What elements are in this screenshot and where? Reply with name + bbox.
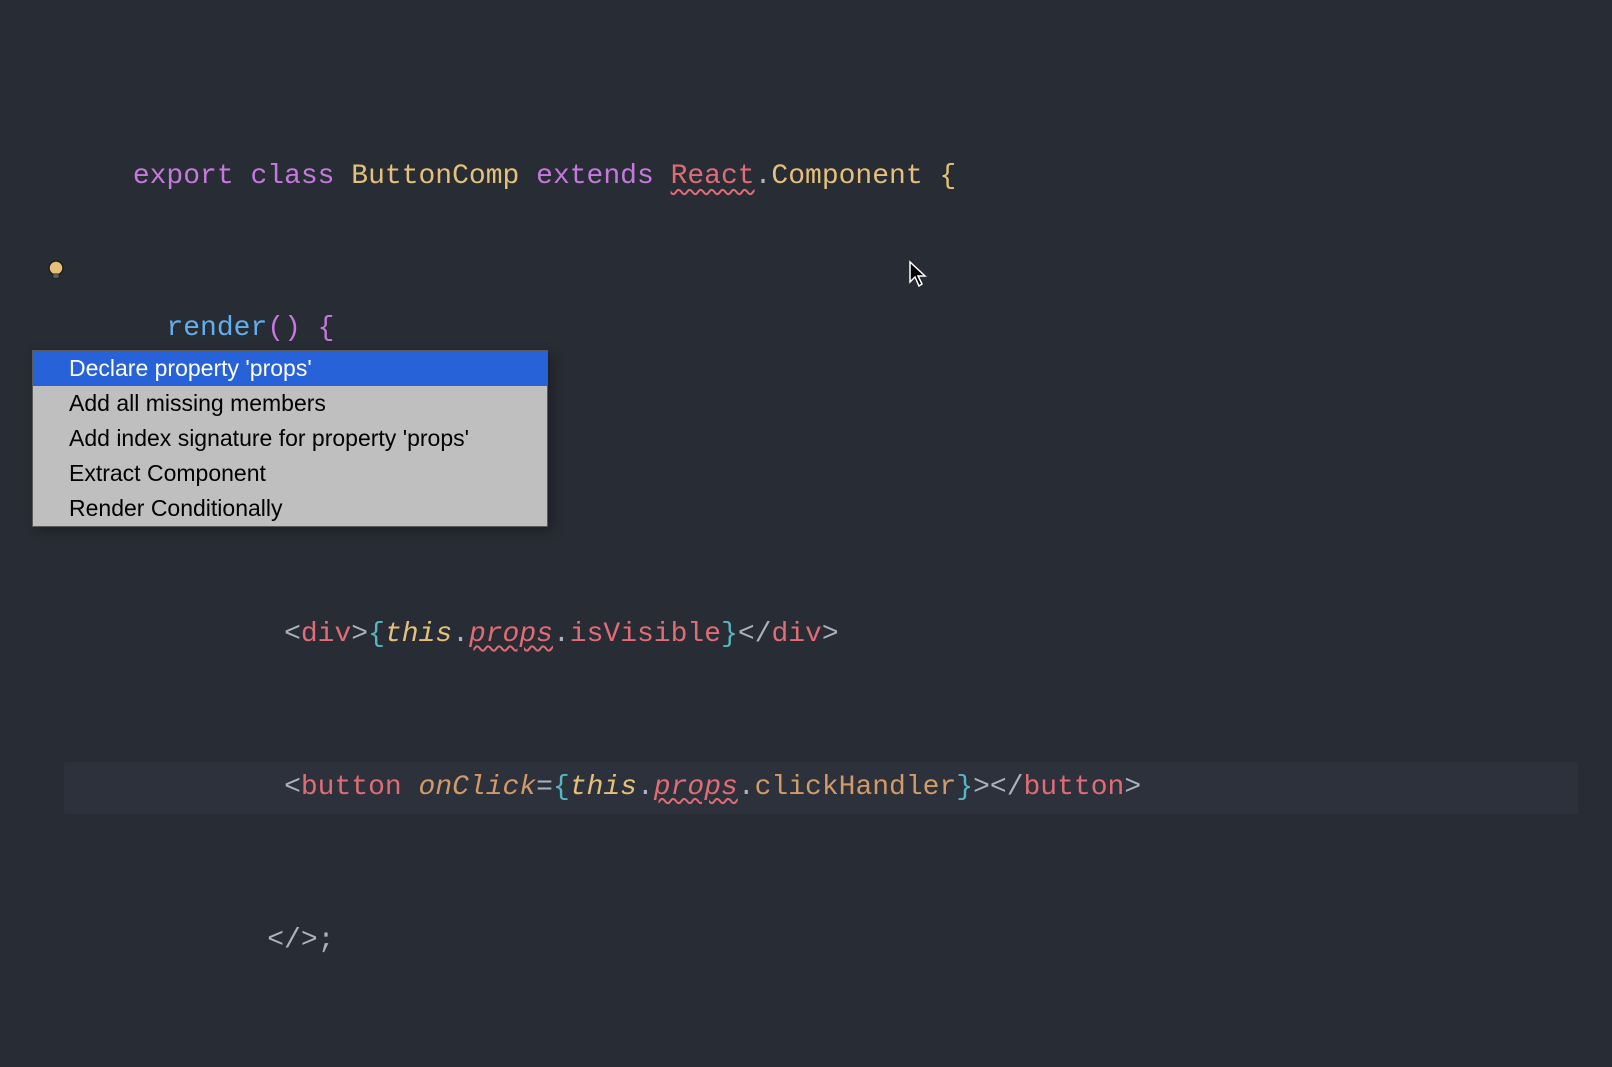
code-line-5[interactable]: <button onClick={this.props.clickHandler… bbox=[32, 762, 1580, 814]
code-line-1[interactable]: export class ButtonComp extends React.Co… bbox=[32, 151, 1580, 203]
onclick-attr: onClick bbox=[419, 772, 537, 803]
this-keyword: this bbox=[385, 619, 452, 650]
component-identifier: Component bbox=[771, 161, 922, 192]
props-identifier-2: props bbox=[654, 772, 738, 803]
code-line-4[interactable]: <div>{this.props.isVisible}</div> bbox=[32, 609, 1580, 661]
keyword-class: class bbox=[250, 161, 334, 192]
clickhandler-member: clickHandler bbox=[755, 772, 957, 803]
code-line-6[interactable]: </>; bbox=[32, 915, 1580, 967]
this-keyword-2: this bbox=[570, 772, 637, 803]
popup-item-add-index-signature[interactable]: Add index signature for property 'props' bbox=[33, 421, 547, 456]
code-editor[interactable]: export class ButtonComp extends React.Co… bbox=[0, 0, 1612, 1067]
isvisible-member: isVisible bbox=[570, 619, 721, 650]
quick-fix-popup: Declare property 'props' Add all missing… bbox=[32, 350, 548, 527]
tag-div: div bbox=[301, 619, 351, 650]
keyword-export: export bbox=[133, 161, 234, 192]
popup-item-extract-component[interactable]: Extract Component bbox=[33, 456, 547, 491]
popup-item-declare-property[interactable]: Declare property 'props' bbox=[33, 351, 547, 386]
props-identifier: props bbox=[469, 619, 553, 650]
tag-button: button bbox=[301, 772, 402, 803]
class-name: ButtonComp bbox=[351, 161, 519, 192]
popup-item-render-conditionally[interactable]: Render Conditionally bbox=[33, 491, 547, 526]
code-line-2[interactable]: render() { bbox=[32, 304, 1580, 356]
popup-item-add-missing-members[interactable]: Add all missing members bbox=[33, 386, 547, 421]
method-render: render bbox=[166, 313, 267, 344]
keyword-extends: extends bbox=[536, 161, 654, 192]
lightbulb-icon[interactable] bbox=[44, 258, 68, 282]
react-identifier: React bbox=[671, 161, 755, 192]
